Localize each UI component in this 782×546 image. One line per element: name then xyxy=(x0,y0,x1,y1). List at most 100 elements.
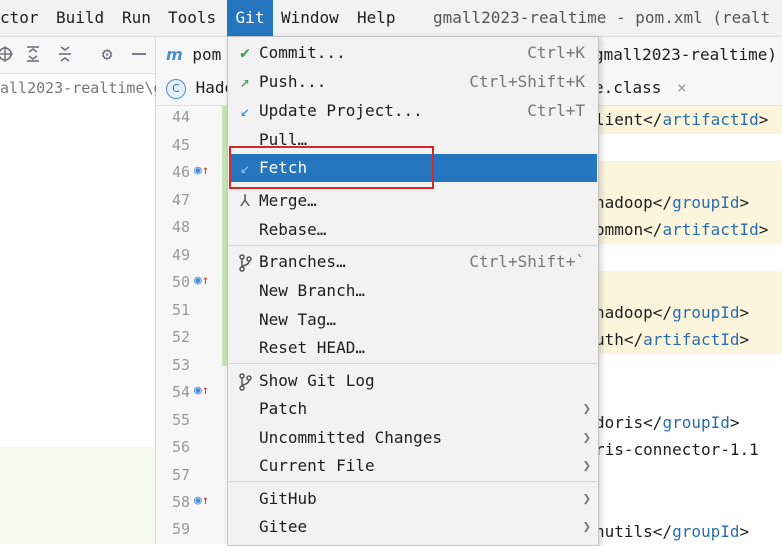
code-text: hadoop</ xyxy=(595,303,673,322)
menu-item-label: Show Git Log xyxy=(259,371,375,390)
menu-item-reset-head[interactable]: Reset HEAD… xyxy=(229,334,597,362)
expand-all-icon[interactable] xyxy=(22,43,44,65)
menu-item-patch[interactable]: Patch ❯ xyxy=(229,395,597,423)
menu-separator xyxy=(229,245,597,246)
implemented-marker-icon[interactable]: ◉↑ xyxy=(194,163,209,178)
code-text: ommon</ xyxy=(595,220,663,239)
code-tag: groupId xyxy=(672,303,740,322)
menu-item-shortcut: Ctrl+Shift+K xyxy=(469,72,585,91)
line-number: 49 xyxy=(171,246,190,264)
code-text: > xyxy=(739,303,750,322)
menu-item-show-git-log[interactable]: Show Git Log xyxy=(229,367,597,395)
check-icon: ✔ xyxy=(240,43,250,62)
line-number: 58 xyxy=(171,493,190,511)
menu-item-commit[interactable]: ✔ Commit... Ctrl+K xyxy=(229,39,597,67)
line-number: 55 xyxy=(171,411,190,429)
line-number: 54 xyxy=(171,383,190,401)
menu-item-label: Rebase… xyxy=(259,220,327,239)
line-number: 53 xyxy=(171,356,190,374)
gear-icon[interactable]: ⚙ xyxy=(96,43,118,65)
menu-tools[interactable]: Tools xyxy=(168,0,220,36)
code-tag: groupId xyxy=(672,193,740,212)
project-path[interactable]: all2023-realtime\g xyxy=(0,75,163,101)
line-number: 57 xyxy=(171,466,190,484)
main-menu-bar: ctor Build Run Tools Git Window Help gma… xyxy=(0,0,782,37)
fetch-highlight-box xyxy=(229,146,434,189)
code-tag: groupId xyxy=(662,413,730,432)
chevron-right-icon: ❯ xyxy=(582,458,591,474)
menu-window[interactable]: Window xyxy=(281,0,343,36)
menu-separator xyxy=(229,481,597,482)
tab-pom-label: pom xyxy=(192,45,222,64)
menu-item-github[interactable]: GitHub ❯ xyxy=(229,485,597,513)
tab-class-file[interactable]: e.class × xyxy=(594,73,687,103)
code-tag: artifactId xyxy=(662,220,759,239)
menu-help[interactable]: Help xyxy=(357,0,399,36)
code-text: ris-connector-1.1 xyxy=(595,440,759,459)
tab-hadoop-class[interactable]: C Hado xyxy=(166,73,234,103)
tab-class-label: e.class xyxy=(594,78,662,97)
menu-item-new-tag[interactable]: New Tag… xyxy=(229,306,597,334)
chevron-right-icon: ❯ xyxy=(582,401,591,417)
menu-separator xyxy=(229,363,597,364)
maven-icon: m xyxy=(166,45,183,64)
line-number: 47 xyxy=(171,191,190,209)
menu-item-gitee[interactable]: Gitee ❯ xyxy=(229,513,597,541)
menu-item-update-project[interactable]: ↙ Update Project... Ctrl+T xyxy=(229,97,597,125)
menu-item-shortcut: Ctrl+T xyxy=(527,101,585,120)
crosshair-icon[interactable] xyxy=(0,43,16,65)
menu-item-shortcut: Ctrl+K xyxy=(527,43,585,62)
menu-item-label: Uncommitted Changes xyxy=(259,428,443,447)
menu-run[interactable]: Run xyxy=(122,0,156,36)
code-text: > xyxy=(739,193,750,212)
line-number: 46 xyxy=(171,163,190,181)
menu-git[interactable]: Git xyxy=(227,0,273,36)
project-tree-changed-band xyxy=(0,447,155,544)
menu-item-current-file[interactable]: Current File ❯ xyxy=(229,452,597,480)
close-icon[interactable]: × xyxy=(677,78,687,97)
tab-pom[interactable]: m pom xyxy=(166,40,221,70)
tab-module-suffix[interactable]: gmall2023-realtime) xyxy=(594,40,777,70)
code-tag: artifactId xyxy=(643,330,740,349)
implemented-marker-icon[interactable]: ◉↑ xyxy=(194,493,209,508)
menu-item-label: New Tag… xyxy=(259,310,337,329)
menu-item-label: Branches… xyxy=(259,252,346,271)
menu-item-label: Patch xyxy=(259,399,308,418)
chevron-right-icon: ❯ xyxy=(582,491,591,507)
line-number: 50 xyxy=(171,273,190,291)
git-log-icon xyxy=(235,367,255,395)
menu-item-push[interactable]: ↗ Push... Ctrl+Shift+K xyxy=(229,68,597,96)
menu-item-label: Gitee xyxy=(259,517,308,536)
collapse-all-icon[interactable] xyxy=(54,43,76,65)
menu-item-shortcut: Ctrl+Shift+` xyxy=(469,252,585,271)
code-text: > xyxy=(729,413,740,432)
menu-item-merge[interactable]: ⅄ Merge… xyxy=(229,187,597,215)
code-text: lient</ xyxy=(595,110,663,129)
minimize-icon[interactable] xyxy=(128,43,150,65)
code-text: uth</ xyxy=(595,330,644,349)
code-text: nutils</ xyxy=(595,522,673,541)
menu-item-label: Merge… xyxy=(259,191,317,210)
menu-item-branches[interactable]: Branches… Ctrl+Shift+` xyxy=(229,248,597,276)
menu-build[interactable]: Build xyxy=(56,0,108,36)
code-text: > xyxy=(739,522,750,541)
line-number: 44 xyxy=(171,108,190,126)
menu-item-uncommitted-changes[interactable]: Uncommitted Changes ❯ xyxy=(229,424,597,452)
implemented-marker-icon[interactable]: ◉↑ xyxy=(194,383,209,398)
class-icon: C xyxy=(166,78,186,99)
code-text: > xyxy=(739,330,750,349)
code-text: > xyxy=(758,110,769,129)
code-text: hadoop</ xyxy=(595,193,673,212)
code-tag: groupId xyxy=(672,522,740,541)
project-panel: ⚙ all2023-realtime\g xyxy=(0,37,163,544)
menu-item-new-branch[interactable]: New Branch… xyxy=(229,277,597,305)
chevron-right-icon: ❯ xyxy=(582,519,591,535)
implemented-marker-icon[interactable]: ◉↑ xyxy=(194,273,209,288)
menu-item-label: Update Project... xyxy=(259,101,423,120)
menu-item-label: Push... xyxy=(259,72,327,91)
menu-item-rebase[interactable]: Rebase… xyxy=(229,216,597,244)
line-number: 48 xyxy=(171,218,190,236)
line-number: 56 xyxy=(171,438,190,456)
menu-item-label: Current File xyxy=(259,456,375,475)
menu-refactor[interactable]: ctor xyxy=(0,0,46,36)
